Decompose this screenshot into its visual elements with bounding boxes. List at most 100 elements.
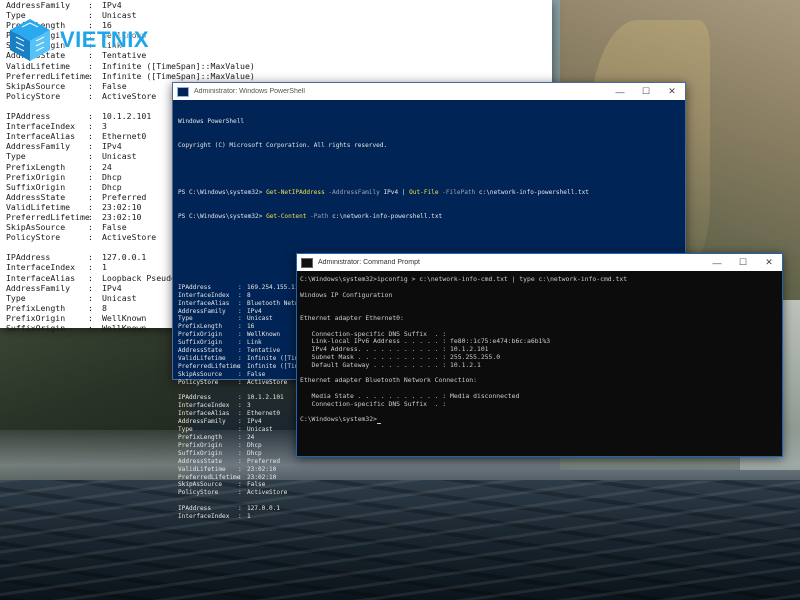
ps-output-separator: : xyxy=(238,362,242,370)
ps-output-value: 24 xyxy=(247,434,255,441)
ps-output-value: ActiveStore xyxy=(247,489,288,497)
ps-output-value: 16 xyxy=(247,323,255,331)
ps-output-value: False xyxy=(247,481,266,489)
back-output-key: PrefixOrigin xyxy=(6,171,66,182)
back-output-key: PrefixOrigin xyxy=(6,312,66,323)
cmd-line xyxy=(300,299,627,307)
ps-output-key: AddressFamily xyxy=(178,418,226,426)
powershell-titlebar[interactable]: Administrator: Windows PowerShell — ☐ ✕ xyxy=(173,83,685,100)
back-output-value: IPv4 xyxy=(102,0,122,10)
ps-output-value: 23:02:10 xyxy=(247,473,277,481)
ps-banner-line: Copyright (C) Microsoft Corporation. All… xyxy=(178,141,388,149)
back-output-separator: : xyxy=(88,161,93,172)
ps-output-separator: : xyxy=(238,283,242,291)
ps-output-separator: : xyxy=(238,347,242,355)
back-output-separator: : xyxy=(88,141,93,152)
back-output-value: Dhcp xyxy=(102,171,122,182)
back-output-key: ValidLifetime xyxy=(6,201,71,212)
back-output-separator: : xyxy=(88,262,93,273)
back-output-key: InterfaceIndex xyxy=(6,121,76,132)
back-output-value: 3 xyxy=(102,121,107,132)
back-output-value: 24 xyxy=(102,161,112,172)
back-output-key: SkipAsSource xyxy=(6,80,66,91)
ps-output-separator: : xyxy=(238,299,242,307)
ps-output-key: PrefixLength xyxy=(178,434,223,441)
ps-output-separator: : xyxy=(238,434,242,441)
back-output-value: 8 xyxy=(102,302,107,313)
back-output-separator: : xyxy=(88,323,93,333)
ps-output-value: Unicast xyxy=(247,426,273,434)
back-output-row: AddressFamily: IPv4 xyxy=(6,0,255,10)
ps-output-value: IPv4 xyxy=(247,418,262,426)
ps-output-row: ValidLifetime:23:02:10 xyxy=(178,466,589,474)
back-output-separator: : xyxy=(88,272,93,283)
ps-output-row: AddressState: Preferred xyxy=(178,458,589,466)
cmd-title: Administrator: Command Prompt xyxy=(318,259,420,266)
ps-output-separator: : xyxy=(238,370,242,378)
close-button[interactable]: ✕ xyxy=(756,254,782,271)
ps-output-separator: : xyxy=(238,481,242,489)
ps-output-key: SuffixOrigin xyxy=(178,449,223,457)
ps-output-key: PolicyStore xyxy=(178,378,219,386)
back-output-separator: : xyxy=(88,90,93,101)
back-output-separator: : xyxy=(88,312,93,323)
ps-output-value: IPv4 xyxy=(247,307,262,315)
ps-output-key: PrefixOrigin xyxy=(178,331,223,339)
ps-output-row: InterfaceIndex:1 xyxy=(178,513,589,521)
minimize-button[interactable]: — xyxy=(704,254,730,271)
back-output-key: SuffixOrigin xyxy=(6,323,66,333)
back-output-value: 23:02:10 xyxy=(102,201,142,212)
ps-command-line: PS C:\Windows\system32> Get-NetIPAddress… xyxy=(178,188,589,196)
ps-output-value: Dhcp xyxy=(247,449,262,457)
back-output-value: 1 xyxy=(102,262,107,273)
ps-output-separator: : xyxy=(238,315,242,323)
maximize-button[interactable]: ☐ xyxy=(633,83,659,100)
ps-output-row: PolicyStore: ActiveStore xyxy=(178,489,589,497)
cmd-console[interactable]: C:\Windows\system32>ipconfig > c:\networ… xyxy=(300,275,628,425)
close-button[interactable]: ✕ xyxy=(659,83,685,100)
cmd-titlebar[interactable]: Administrator: Command Prompt — ☐ ✕ xyxy=(297,254,782,271)
ps-output-value: 23:02:10 xyxy=(247,465,277,473)
ps-output-separator: : xyxy=(238,378,242,386)
maximize-button[interactable]: ☐ xyxy=(730,254,756,271)
back-output-value: ActiveStore xyxy=(102,90,157,101)
back-output-key: PreferredLifetime xyxy=(6,70,90,81)
logo-cube-icon xyxy=(6,17,54,63)
ps-banner-line: Windows PowerShell xyxy=(178,117,245,125)
ps-output-separator: : xyxy=(238,307,242,315)
back-output-key: PolicyStore xyxy=(6,232,61,243)
minimize-button[interactable]: — xyxy=(607,83,633,100)
back-output-key: InterfaceAlias xyxy=(6,131,76,142)
back-output-separator: : xyxy=(88,282,93,293)
back-output-value: Ethernet0 xyxy=(102,131,147,142)
back-output-key: InterfaceAlias xyxy=(6,272,76,283)
cmd-line: C:\Windows\system32>ipconfig > c:\networ… xyxy=(300,275,628,283)
cmd-icon xyxy=(301,257,313,268)
ps-output-row: IPAddress:127.0.0.1 xyxy=(178,505,589,513)
back-output-value: Dhcp xyxy=(102,181,122,192)
ps-output-key: PreferredLifetime xyxy=(178,473,241,481)
ps-output-key: IPAddress xyxy=(178,505,212,513)
ps-output-separator: : xyxy=(238,402,242,410)
ps-output-value: 8 xyxy=(247,291,251,299)
back-output-value: 10.1.2.101 xyxy=(102,111,152,122)
cmd-line: Ethernet adapter Bluetooth Network Conne… xyxy=(300,376,477,385)
ps-output-key: ValidLifetime xyxy=(178,465,226,473)
back-output-separator: : xyxy=(88,302,93,313)
back-output-separator: : xyxy=(88,151,93,162)
back-output-value: IPv4 xyxy=(102,282,122,293)
ps-output-key: SkipAsSource xyxy=(178,370,223,378)
back-output-value: Infinite ([TimeSpan]::MaxValue) xyxy=(102,70,255,81)
ps-output-value: WellKnown xyxy=(247,331,281,339)
ps-output-value: 3 xyxy=(247,402,251,410)
back-output-key: AddressState xyxy=(6,191,66,202)
cmd-line: C:\Windows\system32> xyxy=(300,416,627,425)
ps-output-separator: : xyxy=(238,465,242,473)
ps-output-key: InterfaceAlias xyxy=(178,299,230,307)
cmd-window[interactable]: Administrator: Command Prompt — ☐ ✕ C:\W… xyxy=(296,253,783,457)
ps-output-separator: : xyxy=(238,331,242,339)
ps-output-key: IPAddress xyxy=(178,283,212,291)
powershell-icon xyxy=(177,86,189,97)
ps-output-separator: : xyxy=(238,394,242,402)
back-output-separator: : xyxy=(88,222,93,233)
